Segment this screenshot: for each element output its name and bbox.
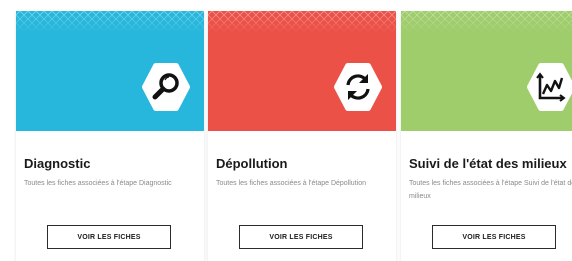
card-description: Toutes les fiches associées à l'étape Di… — [24, 180, 172, 187]
banner-pattern — [208, 11, 396, 33]
voir-les-fiches-button[interactable]: VOIR LES FICHES — [47, 225, 171, 249]
card-suivi-etat-milieux[interactable]: Suivi de l'état des milieux Toutes les f… — [401, 11, 572, 261]
card-title: Suivi de l'état des milieux — [409, 156, 567, 171]
card-banner — [16, 11, 204, 131]
card-description: Toutes les fiches associées à l'étape Dé… — [216, 180, 366, 187]
card-banner — [401, 11, 572, 131]
voir-les-fiches-button[interactable]: VOIR LES FICHES — [239, 225, 363, 249]
banner-pattern — [16, 11, 204, 33]
card-banner — [208, 11, 396, 131]
card-depollution[interactable]: Dépollution Toutes les fiches associées … — [208, 11, 396, 261]
card-diagnostic[interactable]: Diagnostic Toutes les fiches associées à… — [16, 11, 204, 261]
banner-pattern — [401, 11, 572, 33]
voir-les-fiches-button[interactable]: VOIR LES FICHES — [432, 225, 556, 249]
card-title: Diagnostic — [24, 156, 91, 171]
step-cards-row: Diagnostic Toutes les fiches associées à… — [0, 0, 572, 261]
refresh-cycle-icon — [334, 63, 382, 111]
line-chart-icon — [527, 63, 572, 111]
card-description: Toutes les fiches associées à l'étape Su… — [409, 180, 572, 200]
card-title: Dépollution — [216, 156, 288, 171]
magnifier-icon — [142, 63, 190, 111]
